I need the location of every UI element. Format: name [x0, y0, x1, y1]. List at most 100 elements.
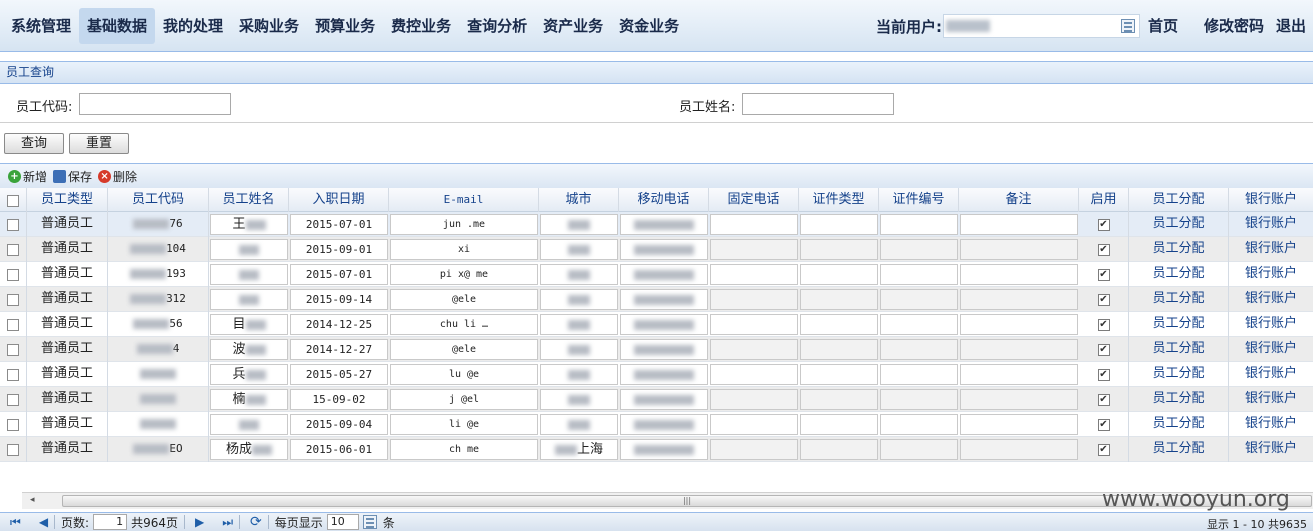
cell-city[interactable] [540, 414, 618, 435]
col-remark[interactable]: 备注 [959, 188, 1079, 212]
cell-phone[interactable] [710, 439, 798, 460]
table-row[interactable]: 普通员工 兵 2015-05-27 lu @e ✔ 员工分配 银行账户 [0, 362, 1313, 387]
cell-id-number[interactable] [880, 389, 958, 410]
cell-email[interactable]: chu li … [390, 314, 538, 335]
bank-account-link[interactable]: 银行账户 [1229, 387, 1313, 412]
page-input[interactable]: 1 [93, 514, 128, 530]
table-row[interactable]: 普通员工 EO 杨成 2015-06-01 ch me 上海 ✔ 员工分配 银行账户 [0, 437, 1313, 462]
cell-id-number[interactable] [880, 314, 958, 335]
cell-id-number[interactable] [880, 414, 958, 435]
menu-basic-data[interactable]: 基础数据 [79, 8, 156, 44]
cell-city[interactable] [540, 389, 618, 410]
cell-remark[interactable] [960, 289, 1078, 310]
list-icon[interactable] [1121, 19, 1135, 33]
table-row[interactable]: 普通员工 2015-09-04 li @e ✔ 员工分配 银行账户 [0, 412, 1313, 437]
enabled-checkbox[interactable]: ✔ [1097, 318, 1110, 331]
next-page-icon[interactable]: ▶ [195, 515, 204, 529]
cell-id-type[interactable] [800, 239, 878, 260]
bank-account-link[interactable]: 银行账户 [1229, 212, 1313, 237]
cell-phone[interactable] [710, 364, 798, 385]
cell-id-type[interactable] [800, 289, 878, 310]
cell-phone[interactable] [710, 239, 798, 260]
col-emp-name[interactable]: 员工姓名 [209, 188, 289, 212]
table-row[interactable]: 普通员工 312 2015-09-14 @ele ✔ 员工分配 银行账户 [0, 287, 1313, 312]
cell-hire-date[interactable]: 2015-07-01 [290, 264, 388, 285]
cell-phone[interactable] [710, 414, 798, 435]
col-assign[interactable]: 员工分配 [1129, 188, 1229, 212]
cell-emp-name[interactable]: 王 [210, 214, 288, 235]
row-checkbox[interactable] [7, 243, 19, 256]
col-emp-type[interactable]: 员工类型 [27, 188, 108, 212]
table-row[interactable]: 普通员工 4 波 2014-12-27 @ele ✔ 员工分配 银行账户 [0, 337, 1313, 362]
bank-account-link[interactable]: 银行账户 [1229, 362, 1313, 387]
reset-button[interactable]: 重置 [69, 133, 129, 154]
row-checkbox[interactable] [7, 218, 19, 231]
cell-phone[interactable] [710, 314, 798, 335]
cell-id-type[interactable] [800, 439, 878, 460]
cell-email[interactable]: jun .me [390, 214, 538, 235]
cell-email[interactable]: lu @e [390, 364, 538, 385]
cell-email[interactable]: @ele [390, 289, 538, 310]
cell-city[interactable] [540, 264, 618, 285]
col-city[interactable]: 城市 [539, 188, 619, 212]
menu-funds[interactable]: 资金业务 [611, 8, 687, 44]
cell-remark[interactable] [960, 339, 1078, 360]
bank-account-link[interactable]: 银行账户 [1229, 262, 1313, 287]
query-button[interactable]: 查询 [4, 133, 64, 154]
assign-link[interactable]: 员工分配 [1129, 412, 1229, 437]
last-page-icon[interactable]: ⏭ [222, 515, 233, 530]
bank-account-link[interactable]: 银行账户 [1229, 437, 1313, 462]
menu-budget[interactable]: 预算业务 [307, 8, 383, 44]
logout-link[interactable]: 退出 [1276, 8, 1306, 44]
enabled-checkbox[interactable]: ✔ [1097, 268, 1110, 281]
cell-city[interactable] [540, 289, 618, 310]
enabled-checkbox[interactable]: ✔ [1097, 243, 1110, 256]
cell-mobile[interactable] [620, 314, 708, 335]
cell-hire-date[interactable]: 2015-05-27 [290, 364, 388, 385]
cell-id-type[interactable] [800, 389, 878, 410]
cell-id-number[interactable] [880, 264, 958, 285]
bank-account-link[interactable]: 银行账户 [1229, 412, 1313, 437]
cell-emp-name[interactable] [210, 414, 288, 435]
table-row[interactable]: 普通员工 76 王 2015-07-01 jun .me ✔ 员工分配 银行账户 [0, 212, 1313, 237]
assign-link[interactable]: 员工分配 [1129, 362, 1229, 387]
current-user-field[interactable] [943, 14, 1140, 38]
cell-phone[interactable] [710, 339, 798, 360]
change-password-link[interactable]: 修改密码 [1204, 8, 1264, 44]
cell-id-number[interactable] [880, 364, 958, 385]
cell-city[interactable] [540, 339, 618, 360]
row-checkbox[interactable] [7, 318, 19, 331]
cell-hire-date[interactable]: 2015-09-01 [290, 239, 388, 260]
menu-my-tasks[interactable]: 我的处理 [155, 8, 231, 44]
cell-hire-date[interactable]: 2014-12-25 [290, 314, 388, 335]
refresh-icon[interactable]: ⟳ [250, 514, 262, 530]
prev-page-icon[interactable]: ◀ [39, 515, 48, 529]
cell-phone[interactable] [710, 264, 798, 285]
cell-mobile[interactable] [620, 414, 708, 435]
cell-mobile[interactable] [620, 364, 708, 385]
cell-city[interactable]: 上海 [540, 439, 618, 460]
col-bank[interactable]: 银行账户 [1229, 188, 1313, 212]
cell-emp-name[interactable]: 波 [210, 339, 288, 360]
menu-assets[interactable]: 资产业务 [535, 8, 611, 44]
menu-query-analysis[interactable]: 查询分析 [459, 8, 535, 44]
cell-id-number[interactable] [880, 439, 958, 460]
row-checkbox[interactable] [7, 418, 19, 431]
cell-remark[interactable] [960, 239, 1078, 260]
assign-link[interactable]: 员工分配 [1129, 312, 1229, 337]
table-row[interactable]: 普通员工 56 目 2014-12-25 chu li … ✔ 员工分配 银行账户 [0, 312, 1313, 337]
enabled-checkbox[interactable]: ✔ [1097, 368, 1110, 381]
col-emp-code[interactable]: 员工代码 [108, 188, 209, 212]
cell-phone[interactable] [710, 289, 798, 310]
cell-emp-name[interactable]: 兵 [210, 364, 288, 385]
per-page-input[interactable]: 10 [326, 514, 359, 530]
cell-id-type[interactable] [800, 314, 878, 335]
row-checkbox[interactable] [7, 368, 19, 381]
cell-id-number[interactable] [880, 214, 958, 235]
cell-mobile[interactable] [620, 289, 708, 310]
row-checkbox[interactable] [7, 443, 19, 456]
cell-mobile[interactable] [620, 389, 708, 410]
cell-emp-name[interactable]: 目 [210, 314, 288, 335]
menu-system-admin[interactable]: 系统管理 [0, 8, 79, 44]
cell-remark[interactable] [960, 414, 1078, 435]
